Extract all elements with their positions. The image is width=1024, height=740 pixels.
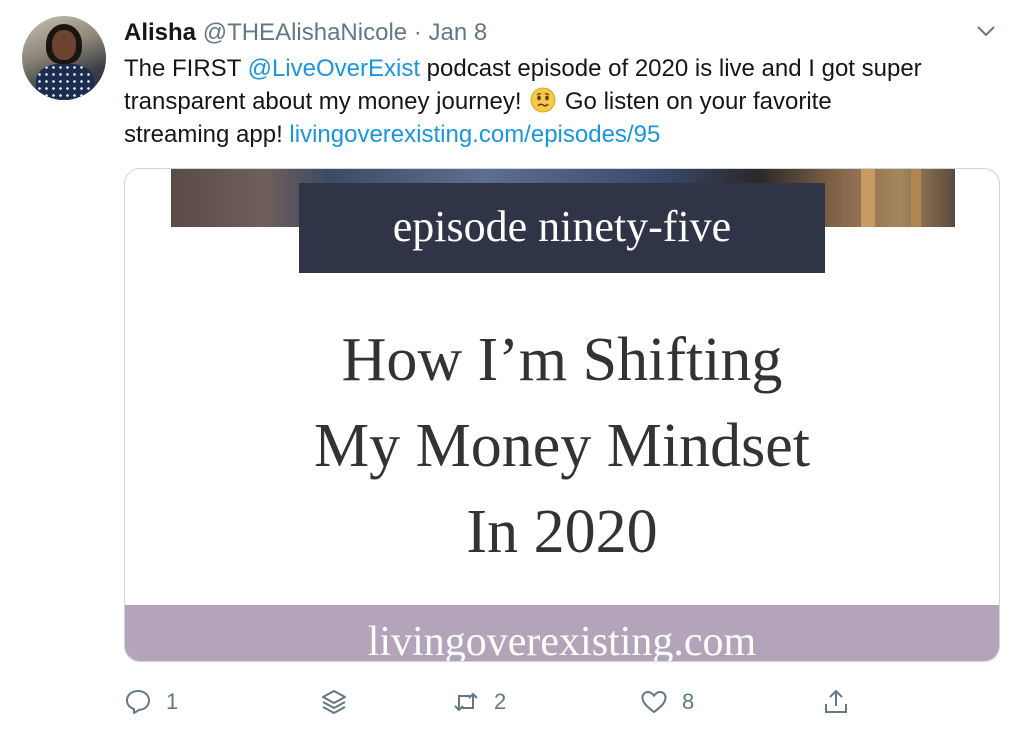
author-handle[interactable]: @THEAlishaNicole — [203, 19, 407, 46]
card-footer: livingoverexisting.com — [125, 605, 999, 661]
share-icon — [825, 689, 847, 713]
reply-icon — [126, 690, 150, 714]
like-count: 8 — [682, 689, 695, 714]
share-button[interactable] — [822, 680, 850, 724]
headline-line: My Money Mindset — [314, 412, 810, 480]
stack-button[interactable] — [320, 680, 348, 724]
header-separator: · — [413, 19, 422, 46]
tweet-actions: 1 2 8 — [0, 680, 1024, 724]
heart-icon — [641, 691, 667, 713]
stack-icon — [322, 690, 346, 714]
tweet-header: Alisha @THEAlishaNicole · Jan 8 — [124, 18, 487, 48]
reply-count: 1 — [166, 689, 179, 714]
tweet-text-part: podcast episode of 2020 is live and I go… — [420, 55, 922, 82]
card-headline: How I’m Shifting My Money Mindset In 202… — [125, 317, 999, 575]
like-button[interactable]: 8 — [640, 680, 694, 724]
retweet-count: 2 — [494, 689, 507, 714]
tweet-date[interactable]: Jan 8 — [428, 19, 487, 46]
tweet-text-part: The FIRST — [124, 55, 248, 82]
emoji-icon — [530, 87, 556, 113]
episode-banner: episode ninety-five — [299, 183, 825, 273]
card-site: livingoverexisting.com — [367, 619, 757, 661]
headline-line: In 2020 — [466, 498, 658, 566]
avatar[interactable] — [22, 16, 106, 100]
chevron-down-icon[interactable] — [976, 24, 996, 38]
retweet-icon — [454, 692, 478, 712]
tweet-text-part: transparent about my money journey! — [124, 88, 529, 115]
tweet-text-part: streaming app! — [124, 121, 290, 148]
reply-button[interactable]: 1 — [124, 680, 178, 724]
tweet-text: The FIRST @LiveOverExist podcast episode… — [124, 52, 1004, 151]
headline-line: How I’m Shifting — [341, 326, 783, 394]
link-card[interactable]: episode ninety-five How I’m Shifting My … — [124, 168, 1000, 662]
url-link[interactable]: livingoverexisting.com/episodes/95 — [289, 121, 660, 148]
episode-title: episode ninety-five — [392, 202, 732, 251]
mention-link[interactable]: @LiveOverExist — [248, 55, 420, 82]
author-name[interactable]: Alisha — [124, 19, 196, 46]
tweet-text-part: Go listen on your favorite — [558, 88, 832, 115]
retweet-button[interactable]: 2 — [452, 680, 506, 724]
